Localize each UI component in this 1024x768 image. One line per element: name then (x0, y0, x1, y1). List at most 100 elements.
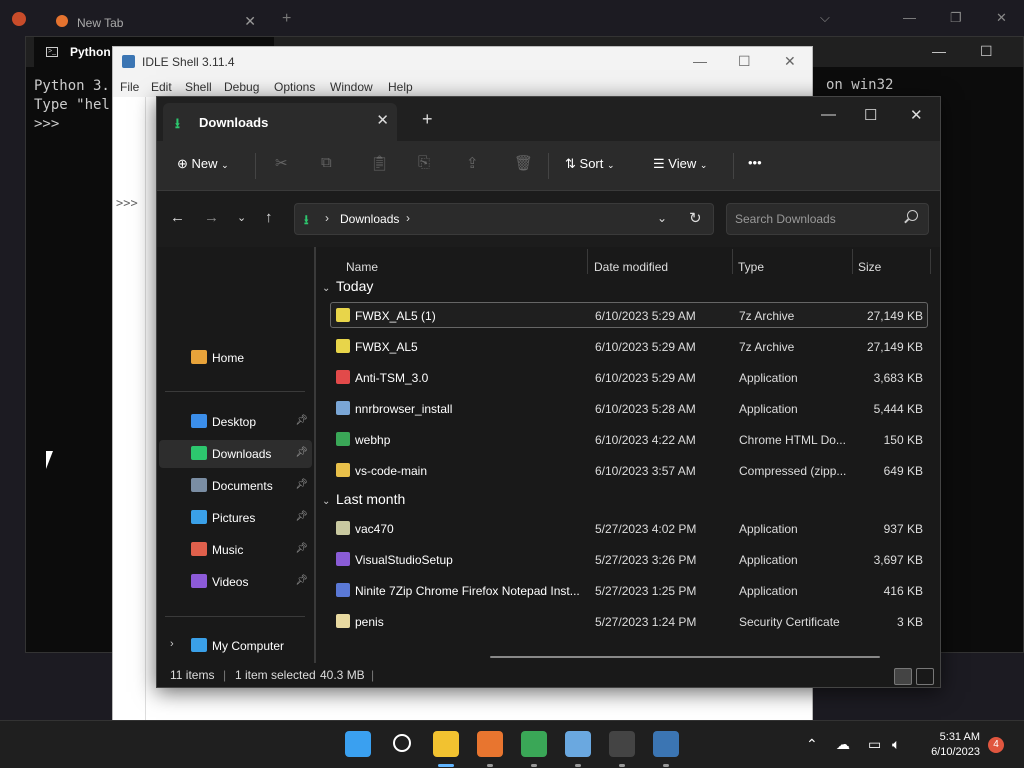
column-separator[interactable] (930, 249, 931, 274)
sidebar-item-downloads[interactable]: Downloads 📌︎ (159, 440, 312, 468)
terminal-output[interactable]: Python 3. Type "hel >>> (34, 77, 110, 134)
terminal-icon[interactable] (609, 731, 635, 757)
sidebar-item-documents[interactable]: Documents 📌︎ (159, 472, 312, 500)
view-button[interactable]: ☰ View ⌄ (653, 156, 707, 172)
new-tab-icon[interactable]: + (282, 10, 291, 28)
file-row[interactable]: webhp 6/10/2023 4:22 AM Chrome HTML Do... 1… (330, 426, 928, 452)
delete-icon[interactable]: 🗑︎ (514, 154, 533, 172)
chevron-down-icon[interactable]: ⌵ (820, 10, 830, 26)
file-row[interactable]: Anti-TSM_3.0 6/10/2023 5:29 AM Application… (330, 364, 928, 390)
task-manager-icon[interactable] (565, 731, 591, 757)
breadcrumb-downloads[interactable]: Downloads (340, 212, 399, 226)
chevron-up-icon[interactable]: ⌃ (806, 736, 818, 753)
chevron-right-icon[interactable]: › (170, 638, 174, 650)
sidebar-item-music[interactable]: Music 📌︎ (159, 536, 312, 564)
close-icon[interactable]: ✕ (784, 53, 796, 70)
minimize-icon[interactable]: — (693, 53, 707, 69)
network-icon[interactable]: ▭ (868, 736, 881, 753)
cloud-offline-icon[interactable]: ☁︎ (836, 736, 850, 753)
chevron-down-icon[interactable]: ⌄ (322, 283, 336, 294)
chevron-right-icon[interactable]: › (325, 211, 329, 225)
start-icon[interactable] (345, 731, 371, 757)
menu-file[interactable]: File (120, 80, 139, 94)
search-icon[interactable] (907, 210, 918, 221)
menu-help[interactable]: Help (388, 80, 413, 94)
details-view-icon[interactable] (894, 668, 912, 685)
group-header[interactable]: ⌄ Last month (322, 491, 405, 511)
sidebar-item-desktop[interactable]: Desktop 📌︎ (159, 408, 312, 436)
share-icon[interactable]: ⇪ (466, 154, 479, 172)
chrome-icon[interactable] (521, 731, 547, 757)
copy-icon[interactable]: ⧉ (321, 154, 332, 171)
file-row[interactable]: penis 5/27/2023 1:24 PM Security Certifica… (330, 608, 928, 634)
menu-window[interactable]: Window (330, 80, 373, 94)
chevron-right-icon[interactable]: › (406, 211, 410, 225)
restore-icon[interactable]: ❐ (950, 10, 962, 26)
sidebar-item-my-computer[interactable]: › My Computer (159, 632, 312, 660)
search-input[interactable] (735, 211, 895, 227)
explorer-tab[interactable]: ⭳ Downloads ✕ (163, 103, 397, 141)
close-icon[interactable]: ✕ (910, 106, 923, 124)
file-row[interactable]: FWBX_AL5 6/10/2023 5:29 AM 7z Archive 27,14… (330, 333, 928, 359)
file-row[interactable]: Ninite 7Zip Chrome Firefox Notepad Inst.… (330, 577, 928, 603)
minimize-icon[interactable]: — (903, 10, 916, 25)
pin-icon[interactable]: 📌︎ (295, 543, 308, 554)
group-header[interactable]: ⌄ Today (322, 278, 373, 298)
minimize-icon[interactable]: — (932, 43, 946, 59)
recent-locations-icon[interactable]: ⌄ (237, 211, 246, 224)
tiles-view-icon[interactable] (916, 668, 934, 685)
sort-button[interactable]: ⇅ Sort ⌄ (565, 156, 615, 172)
paste-icon[interactable]: 📋︎ (370, 154, 389, 172)
column-header-name[interactable]: Name (346, 260, 378, 274)
column-separator[interactable] (587, 249, 588, 274)
browser-tab[interactable]: New Tab ✕ (46, 6, 266, 36)
new-tab-icon[interactable]: + (422, 109, 433, 130)
refresh-icon[interactable]: ↻ (689, 209, 702, 227)
new-button[interactable]: ⊕ New ⌄ (177, 156, 229, 172)
search-box[interactable] (726, 203, 929, 235)
notification-badge[interactable]: 4 (988, 737, 1004, 753)
forward-icon[interactable]: → (204, 209, 219, 226)
maximize-icon[interactable]: ☐ (864, 106, 877, 124)
menu-options[interactable]: Options (274, 80, 315, 94)
column-separator[interactable] (852, 249, 853, 274)
firefox-icon[interactable] (477, 731, 503, 757)
close-icon[interactable]: ✕ (244, 13, 256, 30)
column-header-size[interactable]: Size (858, 260, 881, 274)
cut-icon[interactable]: ✂ (275, 154, 288, 172)
pin-icon[interactable]: 📌︎ (295, 415, 308, 426)
close-icon[interactable]: ✕ (996, 10, 1007, 26)
menu-debug[interactable]: Debug (224, 80, 259, 94)
chevron-down-icon[interactable]: ⌄ (322, 496, 336, 507)
file-row[interactable]: vac470 5/27/2023 4:02 PM Application 937 KB (330, 515, 928, 541)
minimize-icon[interactable]: — (821, 106, 836, 123)
horizontal-scrollbar[interactable] (490, 656, 880, 658)
search-icon[interactable] (393, 734, 411, 752)
file-row[interactable]: FWBX_AL5 (1) 6/10/2023 5:29 AM 7z Archive 2… (330, 302, 928, 328)
maximize-icon[interactable]: ☐ (980, 43, 993, 60)
sidebar-item-videos[interactable]: Videos 📌︎ (159, 568, 312, 596)
file-explorer-icon[interactable] (433, 731, 459, 757)
rename-icon[interactable]: ⎘ (418, 154, 430, 171)
sidebar-item-pictures[interactable]: Pictures 📌︎ (159, 504, 312, 532)
menu-edit[interactable]: Edit (151, 80, 172, 94)
file-row[interactable]: vs-code-main 6/10/2023 3:57 AM Compressed … (330, 457, 928, 483)
python-icon[interactable] (653, 731, 679, 757)
column-header-date[interactable]: Date modified (594, 260, 668, 274)
address-bar[interactable]: ⭳ › Downloads › ⌄ ↻ (294, 203, 714, 235)
chevron-down-icon[interactable]: ⌄ (657, 211, 667, 225)
column-separator[interactable] (732, 249, 733, 274)
pin-icon[interactable]: 📌︎ (295, 479, 308, 490)
up-icon[interactable]: ↑ (265, 209, 273, 226)
menu-shell[interactable]: Shell (185, 80, 212, 94)
file-row[interactable]: nnrbrowser_install 6/10/2023 5:28 AM Appli… (330, 395, 928, 421)
column-header-type[interactable]: Type (738, 260, 764, 274)
back-icon[interactable]: ← (170, 209, 185, 226)
volume-icon[interactable]: 🔈︎ (892, 736, 900, 753)
pin-icon[interactable]: 📌︎ (295, 575, 308, 586)
sidebar-item-home[interactable]: Home (159, 344, 312, 372)
file-row[interactable]: VisualStudioSetup 5/27/2023 3:26 PM Applic… (330, 546, 928, 572)
pin-icon[interactable]: 📌︎ (295, 511, 308, 522)
pin-icon[interactable]: 📌︎ (295, 447, 308, 458)
close-tab-icon[interactable]: ✕ (376, 111, 389, 129)
